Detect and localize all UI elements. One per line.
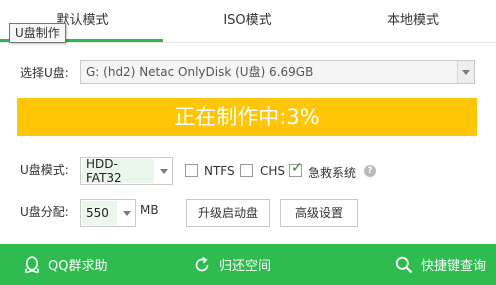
progress-bar: 正在制作中:3% — [17, 98, 477, 136]
chevron-down-icon — [462, 70, 470, 75]
search-icon — [395, 256, 413, 273]
ntfs-checkbox[interactable] — [185, 164, 198, 177]
chs-label: CHS — [260, 164, 286, 178]
shortcut-query-link[interactable]: 快捷键查询 — [394, 244, 486, 285]
chs-checkbox[interactable] — [240, 164, 253, 177]
ntfs-label: NTFS — [204, 164, 235, 178]
mode-select[interactable]: HDD-FAT32 — [80, 157, 173, 185]
upgrade-boot-disk-button[interactable]: 升级启动盘 — [186, 199, 270, 227]
tab-iso-mode[interactable]: ISO模式 — [165, 0, 330, 42]
refresh-icon — [195, 256, 209, 271]
mode-label: U盘模式: — [20, 163, 69, 177]
select-disk-label: 选择U盘: — [20, 66, 69, 80]
qq-help-label: QQ群求助 — [48, 259, 108, 274]
qq-help-link[interactable]: QQ群求助 — [23, 244, 107, 285]
partition-label: U盘分配: — [20, 205, 69, 219]
progress-text: 正在制作中:3% — [174, 105, 320, 129]
tab-local-mode[interactable]: 本地模式 — [330, 0, 496, 42]
tooltip: U盘制作 — [9, 23, 66, 43]
chevron-down-icon — [159, 169, 168, 174]
rescue-system-checkbox[interactable]: ✓ — [289, 160, 303, 177]
partition-unit: MB — [140, 203, 159, 217]
disk-select-dropdown-button[interactable] — [457, 61, 474, 83]
footer-bar: QQ群求助 归还空间 快捷键查询 — [0, 244, 496, 285]
restore-space-label: 归还空间 — [219, 259, 272, 274]
mode-select-value: HDD-FAT32 — [82, 157, 154, 185]
disk-select[interactable]: G: (hd2) Netac OnlyDisk (U盘) 6.69GB — [80, 60, 475, 84]
mode-select-dropdown-button[interactable] — [155, 158, 172, 184]
shortcut-query-label: 快捷键查询 — [421, 259, 487, 274]
help-icon[interactable]: ? — [364, 165, 376, 177]
restore-space-link[interactable]: 归还空间 — [192, 244, 271, 285]
tab-divider — [0, 42, 496, 43]
chevron-down-icon — [122, 211, 131, 216]
rescue-system-label: 急救系统 — [308, 166, 357, 180]
qq-icon — [24, 255, 40, 273]
partition-select-value: 550 — [82, 201, 117, 225]
disk-select-value: G: (hd2) Netac OnlyDisk (U盘) 6.69GB — [86, 65, 314, 79]
partition-select-dropdown-button[interactable] — [118, 200, 135, 226]
mode-tabs: 默认模式 ISO模式 本地模式 — [0, 0, 496, 43]
advanced-settings-button[interactable]: 高级设置 — [280, 199, 358, 227]
partition-select[interactable]: 550 — [80, 199, 136, 227]
checkmark-icon: ✓ — [291, 160, 303, 176]
